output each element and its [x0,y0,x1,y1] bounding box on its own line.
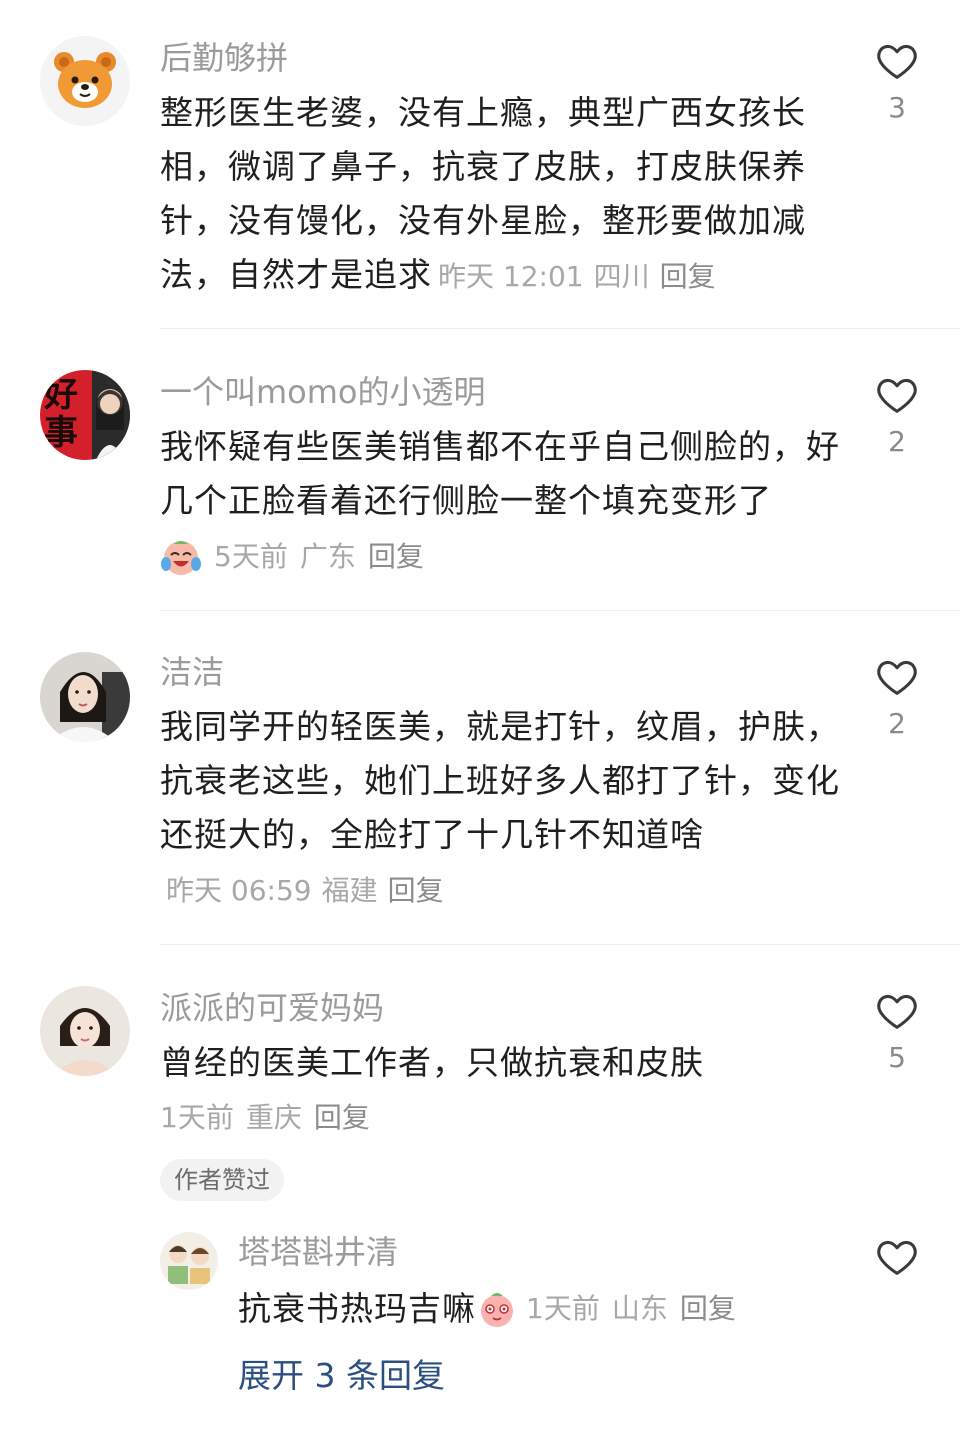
comment-location: 福建 [321,874,378,907]
author-liked-badge: 作者赞过 [160,1159,284,1201]
cute-face-icon [481,1293,513,1327]
comment-text: 曾经的医美工作者，只做抗衰和皮肤 [160,1043,704,1082]
reply-button[interactable]: 回复 [388,874,444,907]
reply-button[interactable]: 回复 [680,1289,736,1329]
cartoon-avatar-icon [160,1232,218,1290]
divider [160,610,960,611]
heart-icon [877,994,917,1029]
comment-username[interactable]: 一个叫momo的小透明 [160,372,486,412]
crying-laugh-icon [161,541,201,575]
like-count: 5 [888,1041,906,1074]
user-avatar[interactable] [40,986,130,1076]
like-button[interactable] [870,1234,924,1280]
crying-laugh-emoji [160,536,202,578]
comment-location: 重庆 [245,1101,302,1134]
comment-time: 5天前 [214,540,288,573]
comment-text: 我怀疑有些医美销售都不在乎自己侧脸的，好几个正脸看着还行侧脸一整个填充变形了 [160,427,840,520]
like-button[interactable]: 3 [870,38,924,126]
comment-text: 我同学开的轻医美，就是打针，纹眉，护肤，抗衰老这些，她们上班好多人都打了针，变化… [160,700,840,918]
user-avatar[interactable] [160,1232,218,1290]
user-avatar[interactable] [40,36,130,126]
comment-text: 整形医生老婆，没有上瘾，典型广西女孩长相，微调了鼻子，抗衰了皮肤，打皮肤保养针，… [160,86,840,304]
heart-icon [877,660,917,695]
comment-time: 昨天 12:01 [438,260,584,293]
comment-username[interactable]: 派派的可爱妈妈 [160,988,384,1028]
divider [160,328,960,329]
comment-text-content: 我同学开的轻医美，就是打针，纹眉，护肤，抗衰老这些，她们上班好多人都打了针，变化… [160,707,840,854]
user-avatar[interactable]: 好事 [40,370,130,460]
like-button[interactable]: 2 [870,654,924,742]
like-button[interactable]: 5 [870,988,924,1076]
comment-meta: 5天前 广东 回复 [160,536,436,578]
like-count: 2 [888,707,906,740]
reply-location: 山东 [611,1292,668,1325]
reply-text: 抗衰书热玛吉嘛 [238,1289,476,1328]
divider [160,944,960,945]
comment-meta: 昨天 06:59 福建 回复 [166,874,454,907]
bear-avatar-icon [40,36,130,126]
photo-avatar-icon [40,986,130,1076]
comment-location: 广东 [299,540,356,573]
like-button[interactable]: 2 [870,372,924,460]
comment-time: 1天前 [160,1101,234,1134]
avatar-text: 好事 [44,375,78,453]
photo-avatar-icon [40,652,130,742]
like-count: 3 [888,91,906,124]
reply-button[interactable]: 回复 [314,1098,370,1138]
reply-text-line: 抗衰书热玛吉嘛 1天前 山东 回复 [238,1288,748,1330]
comment-time: 昨天 06:59 [166,874,312,907]
expand-replies-button[interactable]: 展开 3 条回复 [238,1356,445,1396]
comment-location: 四川 [593,260,650,293]
comment-username[interactable]: 后勤够拼 [160,38,288,78]
comment-username[interactable]: 洁洁 [160,652,224,692]
comment-meta: 1天前 重庆 回复 [160,1098,382,1138]
reply-time: 1天前 [526,1292,600,1325]
comment-meta: 昨天 12:01 四川 回复 [438,260,726,293]
reply-button[interactable]: 回复 [660,260,716,293]
heart-icon [877,1240,917,1275]
reply-username[interactable]: 塔塔斟井清 [238,1232,398,1272]
like-count: 2 [888,425,906,458]
reply-button[interactable]: 回复 [368,537,424,577]
user-avatar[interactable] [40,652,130,742]
heart-icon [877,378,917,413]
cute-face-emoji [476,1288,518,1330]
heart-icon [877,44,917,79]
